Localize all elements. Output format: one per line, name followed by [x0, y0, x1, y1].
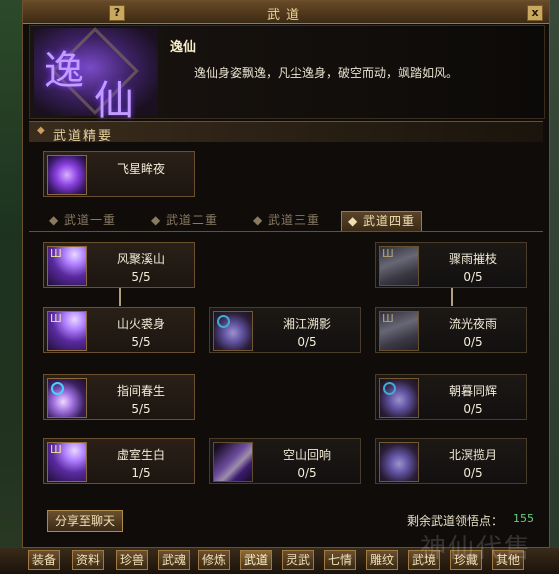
violet-orb-icon[interactable] [47, 378, 87, 418]
skill-level: 5/5 [131, 402, 151, 416]
skill-slot[interactable]: Ш 流光夜雨 0/5 [375, 307, 527, 353]
skill-name: 山火裘身 [116, 317, 165, 331]
share-to-chat-button[interactable]: 分享至聊天 [47, 510, 123, 532]
tab-tier-3[interactable]: ◆ 武道三重 [253, 211, 320, 230]
bottom-tab-qiqing[interactable]: 七情 [324, 550, 356, 570]
skill-level: 0/5 [463, 402, 483, 416]
points-value: 155 [513, 512, 534, 525]
skill-slot[interactable]: Ш 虚室生白 1/5 [43, 438, 195, 484]
skill-name: 湘江溯影 [282, 317, 331, 331]
violet-strike-icon[interactable]: Ш [47, 442, 87, 482]
points-label: 剩余武道领悟点： [407, 514, 504, 528]
skill-slot[interactable]: 指间春生 5/5 [43, 374, 195, 420]
skill-slot[interactable]: 空山回响 0/5 [209, 438, 361, 484]
skill-level: 0/5 [463, 466, 483, 480]
skill-slot[interactable]: 北溟揽月 0/5 [375, 438, 527, 484]
grey-claw-icon[interactable]: Ш [379, 246, 419, 286]
bottom-tab-wudao[interactable]: 武道 [240, 550, 272, 570]
bottom-tab-cultivate[interactable]: 修炼 [198, 550, 230, 570]
skill-slot[interactable]: Ш 山火裘身 5/5 [43, 307, 195, 353]
skill-level: 1/5 [131, 466, 151, 480]
skill-name: 虚室生白 [116, 448, 165, 462]
bottom-tab-pets[interactable]: 珍兽 [116, 550, 148, 570]
skill-level: 0/5 [463, 335, 483, 349]
tab-tier-2[interactable]: ◆ 武道二重 [151, 211, 218, 230]
skill-slot[interactable]: Ш 风聚溪山 5/5 [43, 242, 195, 288]
bottom-tab-equipment[interactable]: 装备 [28, 550, 60, 570]
skill-name: 骤雨摧枝 [448, 252, 497, 266]
grey-claw-icon[interactable]: Ш [379, 311, 419, 351]
skill-name: 北溟揽月 [448, 448, 497, 462]
skill-name: 风聚溪山 [116, 252, 165, 266]
bottom-tab-lingwu[interactable]: 灵武 [282, 550, 314, 570]
skill-header: 逸 仙 逸仙 逸仙身姿飘逸，凡尘逸身，破空而动，飒踏如风。 [29, 25, 545, 124]
running-figure-icon[interactable] [47, 155, 87, 195]
tree-connector-right [451, 288, 453, 306]
essential-skill-slot[interactable]: 飞星眸夜 [43, 151, 195, 197]
section-bullet-icon: ◆ [37, 125, 45, 136]
emblem-char-2: 仙 [94, 78, 134, 124]
path-description: 逸仙身姿飘逸，凡尘逸身，破空而动，飒踏如风。 [194, 66, 459, 80]
skill-name: 空山回响 [282, 448, 331, 462]
tab-tier-1[interactable]: ◆ 武道一重 [49, 211, 116, 230]
skill-name: 朝暮同辉 [448, 384, 497, 398]
bottom-tab-profile[interactable]: 资料 [72, 550, 104, 570]
skill-level: 0/5 [297, 466, 317, 480]
tree-connector-left [119, 288, 121, 306]
essentials-section-header: ◆ 武道精要 [29, 121, 543, 144]
emblem-char-1: 逸 [44, 48, 84, 94]
close-button[interactable]: x [527, 5, 543, 21]
wudao-window: ? 武道 x 逸 仙 逸仙 逸仙身姿飘逸，凡尘逸身，破空而动，飒踏如风。 ◆ 武… [22, 0, 550, 548]
skill-slot[interactable]: Ш 骤雨摧枝 0/5 [375, 242, 527, 288]
dark-swirl-icon[interactable] [213, 311, 253, 351]
essential-skill-name: 飞星眸夜 [116, 162, 165, 176]
title-bar[interactable]: ? 武道 x [23, 1, 549, 24]
path-name: 逸仙 [170, 40, 197, 55]
essentials-title: 武道精要 [53, 129, 114, 144]
skill-slot[interactable]: 湘江溯影 0/5 [209, 307, 361, 353]
skill-slot[interactable]: 朝暮同辉 0/5 [375, 374, 527, 420]
bottom-tab-diaowen[interactable]: 雕纹 [366, 550, 398, 570]
skill-name: 流光夜雨 [448, 317, 497, 331]
dark-strike-icon[interactable] [213, 442, 253, 482]
skill-level: 5/5 [131, 270, 151, 284]
watermark-text: 神仙代售 [420, 534, 533, 564]
sect-emblem: 逸 仙 [34, 27, 158, 124]
swirl-icon[interactable] [379, 442, 419, 482]
skill-name: 指间春生 [116, 384, 165, 398]
violet-strike-icon[interactable]: Ш [47, 246, 87, 286]
bottom-tab-soul[interactable]: 武魂 [158, 550, 190, 570]
violet-strike-icon[interactable]: Ш [47, 311, 87, 351]
tier-tabs: ◆ 武道一重 ◆ 武道二重 ◆ 武道三重 ◆ 武道四重 [29, 211, 543, 232]
skill-level: 0/5 [297, 335, 317, 349]
skill-level: 5/5 [131, 335, 151, 349]
tab-tier-4[interactable]: ◆ 武道四重 [341, 211, 423, 231]
swirl-icon[interactable] [379, 378, 419, 418]
skill-level: 0/5 [463, 270, 483, 284]
window-title: 武道 [266, 8, 305, 23]
